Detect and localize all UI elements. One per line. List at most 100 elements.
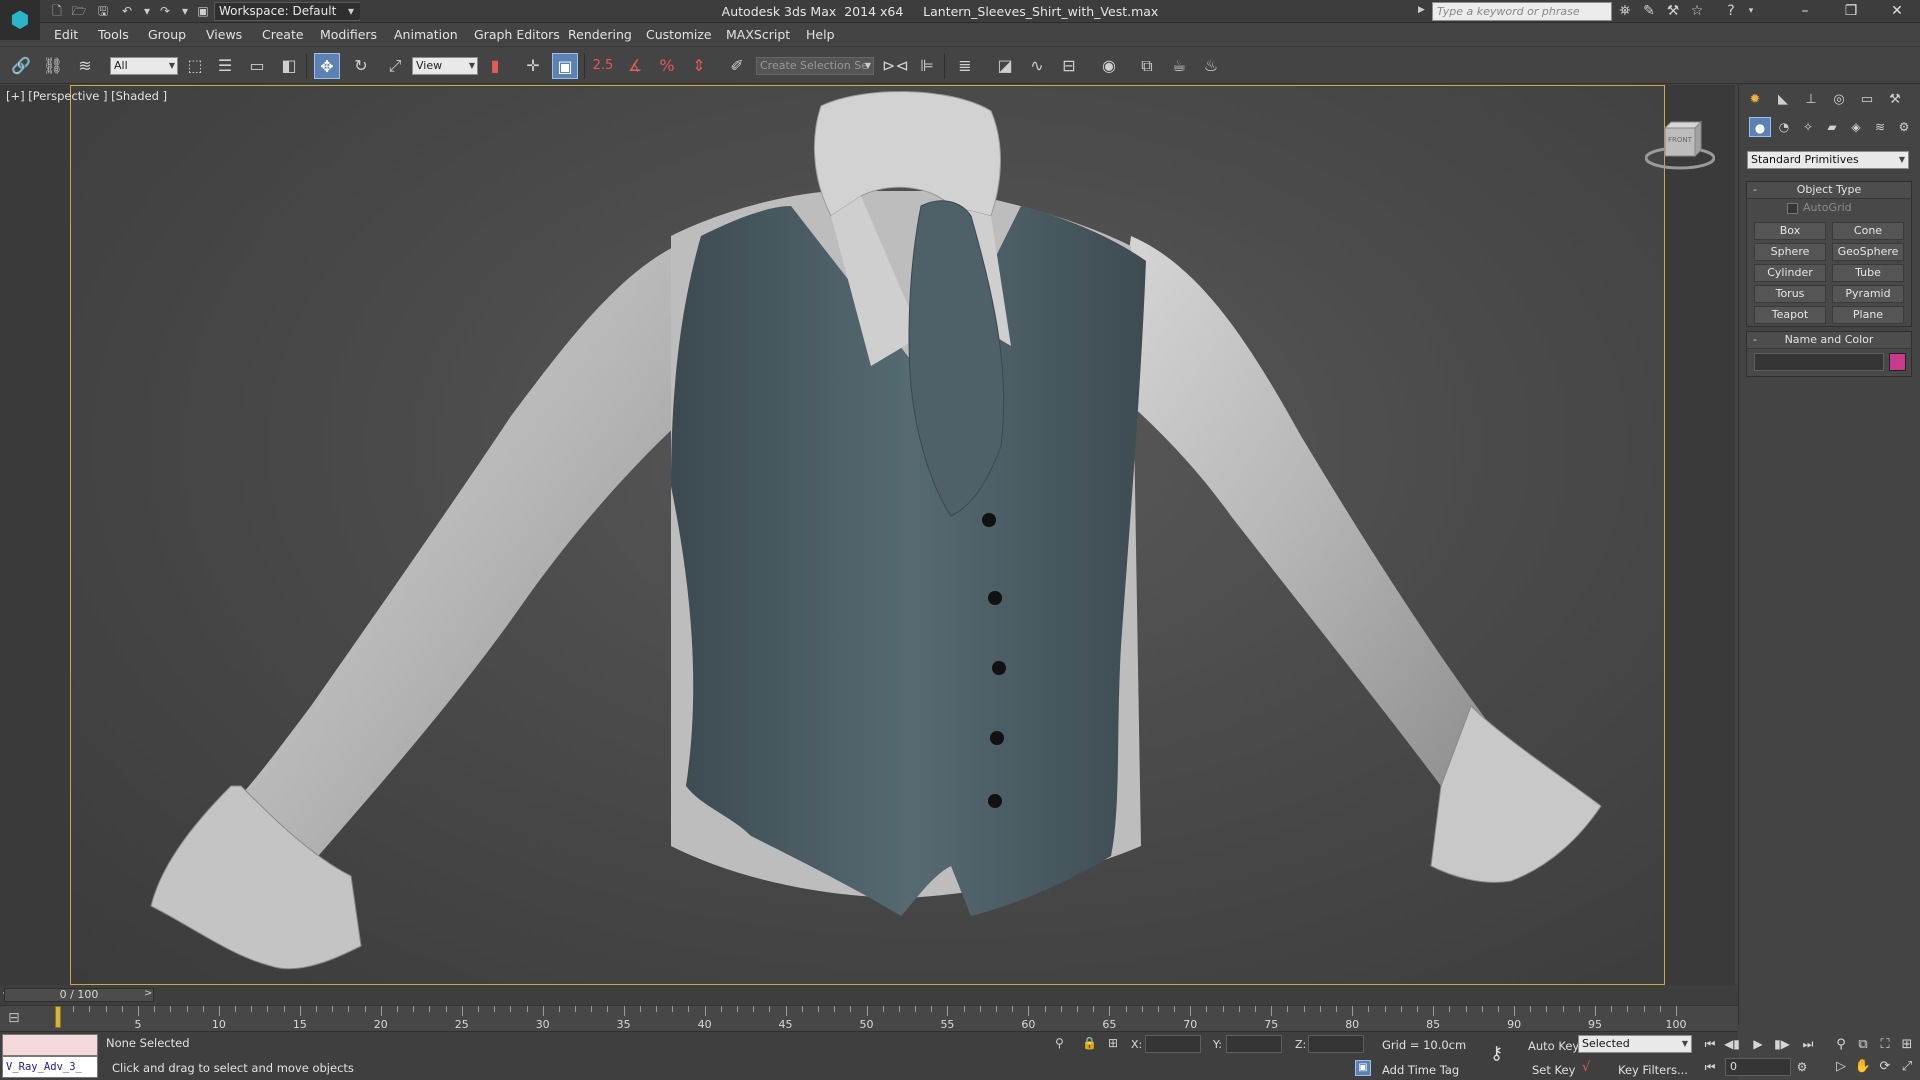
undo-dropdown-icon[interactable]: ▾	[138, 3, 156, 19]
select-and-manipulate-icon[interactable]: ✛	[520, 53, 546, 79]
pyramid-button[interactable]: Pyramid	[1832, 285, 1904, 303]
key-filters-button[interactable]: Key Filters...	[1618, 1063, 1688, 1077]
time-slider-next-icon[interactable]: >	[144, 988, 152, 999]
zoom-icon[interactable]: ⚲	[1830, 1034, 1852, 1056]
app-logo-icon[interactable]: ⬢	[0, 0, 40, 40]
adaptive-degradation-icon[interactable]: ▣	[1355, 1060, 1371, 1076]
geometry-category-icon[interactable]: ●	[1749, 117, 1771, 137]
object-color-swatch[interactable]	[1889, 353, 1906, 371]
snaps-toggle-icon[interactable]: 2.5	[590, 53, 616, 79]
material-editor-icon[interactable]: ◉	[1096, 53, 1122, 79]
y-coordinate-field[interactable]	[1226, 1035, 1282, 1053]
bind-to-space-warp-icon[interactable]: ≋	[72, 53, 98, 79]
close-icon[interactable]: ✕	[1874, 0, 1920, 23]
select-and-rotate-icon[interactable]: ↻	[348, 53, 374, 79]
menu-tools[interactable]: Tools	[94, 23, 133, 46]
previous-frame-icon[interactable]: ◀▮	[1722, 1035, 1742, 1053]
communication-center-icon[interactable]: ⚒	[1662, 2, 1684, 21]
open-file-icon[interactable]: 🗁	[70, 3, 88, 19]
key-mode-dropdown[interactable]: Selected ▼	[1578, 1035, 1692, 1053]
rendered-frame-window-icon[interactable]: ☕	[1166, 53, 1192, 79]
space-warps-category-icon[interactable]: ≋	[1869, 117, 1891, 137]
current-time-marker[interactable]	[55, 1006, 61, 1028]
curve-editor-icon[interactable]: ∿	[1024, 53, 1050, 79]
favorites-star-icon[interactable]: ☆	[1686, 2, 1708, 21]
spinner-snap-icon[interactable]: ⇕	[686, 53, 712, 79]
selection-filter-dropdown[interactable]: All ▼	[110, 57, 178, 75]
isolate-selection-icon[interactable]: ⚲	[1055, 1036, 1064, 1050]
graphite-modeling-icon[interactable]: ◪	[992, 53, 1018, 79]
perspective-viewport[interactable]	[70, 85, 1665, 985]
rectangular-selection-icon[interactable]: ▭	[244, 53, 270, 79]
maxscript-listener-input[interactable]: V_Ray_Adv_3_	[2, 1056, 98, 1078]
lights-category-icon[interactable]: ✧	[1797, 117, 1819, 137]
help-dropdown-icon[interactable]: ▾	[1740, 2, 1762, 21]
set-key-button[interactable]: Set Key	[1532, 1063, 1575, 1077]
orbit-icon[interactable]: ⟳	[1874, 1056, 1896, 1078]
menu-views[interactable]: Views	[202, 23, 246, 46]
angle-snap-icon[interactable]: ∡	[622, 53, 648, 79]
sphere-button[interactable]: Sphere	[1754, 243, 1826, 261]
autogrid-checkbox[interactable]	[1787, 203, 1798, 214]
select-and-scale-icon[interactable]: ⤢	[382, 53, 408, 79]
search-input[interactable]: Type a keyword or phrase	[1432, 2, 1612, 21]
mirror-icon[interactable]: ⊳⊲	[882, 53, 909, 79]
menu-help[interactable]: Help	[802, 23, 839, 46]
schematic-view-icon[interactable]: ⊟	[1056, 53, 1082, 79]
field-of-view-icon[interactable]: ▷	[1830, 1056, 1852, 1078]
hierarchy-tab-icon[interactable]: ⊥	[1799, 89, 1823, 111]
utilities-tab-icon[interactable]: ⚒	[1883, 89, 1907, 111]
menu-edit[interactable]: Edit	[50, 23, 82, 46]
shirt-with-vest-model[interactable]	[71, 86, 1665, 985]
primitive-category-dropdown[interactable]: Standard Primitives ▼	[1747, 151, 1909, 169]
restore-icon[interactable]: ❐	[1828, 0, 1874, 23]
menu-rendering[interactable]: Rendering	[564, 23, 636, 46]
undo-icon[interactable]: ↶	[118, 3, 136, 19]
play-icon[interactable]: ▶	[1748, 1035, 1768, 1053]
plane-button[interactable]: Plane	[1832, 306, 1904, 324]
help-icon[interactable]: ?	[1720, 2, 1742, 21]
cone-button[interactable]: Cone	[1832, 222, 1904, 240]
helpers-category-icon[interactable]: ◈	[1845, 117, 1867, 137]
box-button[interactable]: Box	[1754, 222, 1826, 240]
go-to-start-icon[interactable]: ⏮	[1700, 1035, 1720, 1053]
percent-snap-icon[interactable]: %	[654, 53, 680, 79]
render-production-icon[interactable]: ♨	[1198, 53, 1224, 79]
create-tab-icon[interactable]: ✹	[1743, 89, 1767, 111]
select-object-icon[interactable]: ⬚	[182, 53, 208, 79]
current-frame-field[interactable]: 0	[1725, 1058, 1791, 1076]
layer-manager-icon[interactable]: ≣	[952, 53, 978, 79]
window-crossing-icon[interactable]: ◧	[276, 53, 302, 79]
redo-dropdown-icon[interactable]: ▾	[176, 3, 194, 19]
next-frame-icon[interactable]: ▮▶	[1772, 1035, 1792, 1053]
zoom-extents-icon[interactable]: ⛶	[1874, 1034, 1896, 1056]
infocenter-binoculars-icon[interactable]: ⛯	[1614, 2, 1636, 21]
time-slider-track[interactable]	[0, 985, 1738, 1005]
add-time-tag[interactable]: Add Time Tag	[1382, 1063, 1459, 1077]
cameras-category-icon[interactable]: ▰	[1821, 117, 1843, 137]
selection-lock-icon[interactable]: 🔒	[1082, 1036, 1097, 1050]
z-coordinate-field[interactable]	[1308, 1035, 1364, 1053]
menu-maxscript[interactable]: MAXScript	[722, 23, 794, 46]
display-tab-icon[interactable]: ▭	[1855, 89, 1879, 111]
cylinder-button[interactable]: Cylinder	[1754, 264, 1826, 282]
new-file-icon[interactable]: 🗋	[48, 3, 66, 19]
mini-curve-editor-icon[interactable]: ⊟	[8, 1010, 20, 1026]
geosphere-button[interactable]: GeoSphere	[1832, 243, 1904, 261]
auto-key-button[interactable]: Auto Key	[1528, 1039, 1579, 1053]
set-keys-key-icon[interactable]: ⚷	[1490, 1043, 1503, 1064]
search-expand-icon[interactable]: ▶	[1418, 5, 1425, 15]
absolute-mode-transform-icon[interactable]: ⊞	[1108, 1036, 1118, 1050]
workspace-dropdown[interactable]: Workspace: Default ▼	[214, 2, 360, 21]
maximize-viewport-icon[interactable]: ⤢	[1896, 1056, 1918, 1078]
subscription-icon[interactable]: ✎	[1638, 2, 1660, 21]
object-type-rollout-header[interactable]: - Object Type	[1747, 182, 1911, 199]
teapot-button[interactable]: Teapot	[1754, 306, 1826, 324]
render-setup-icon[interactable]: ⧉	[1134, 53, 1160, 79]
reference-coordinate-dropdown[interactable]: View ▼	[412, 57, 478, 75]
align-icon[interactable]: ⊫	[914, 53, 940, 79]
name-and-color-rollout-header[interactable]: - Name and Color	[1747, 332, 1911, 349]
pan-view-icon[interactable]: ✋	[1852, 1056, 1874, 1078]
select-and-move-icon[interactable]: ✥	[314, 53, 340, 79]
torus-button[interactable]: Torus	[1754, 285, 1826, 303]
